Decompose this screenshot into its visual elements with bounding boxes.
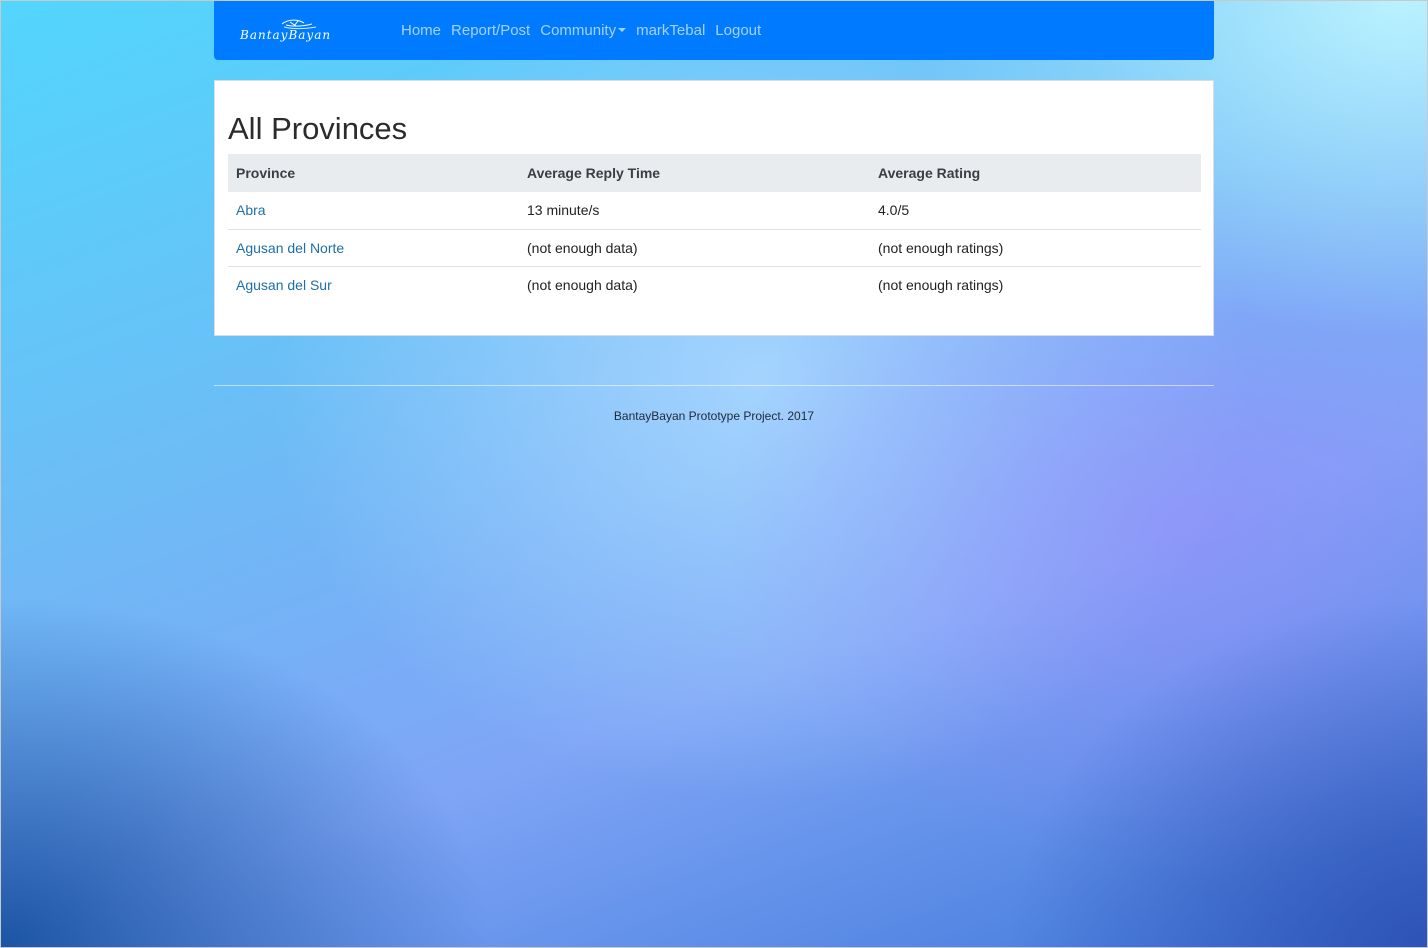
column-header-reply-time: Average Reply Time [519,154,870,192]
brand-logo-icon: BantayBayan [239,19,331,42]
province-link-abra[interactable]: Abra [236,202,266,218]
caret-down-icon [618,28,627,33]
column-header-province: Province [228,154,519,192]
nav-report-post-link[interactable]: Report/Post [451,22,530,39]
footer-text: BantayBayan Prototype Project. 2017 [613,409,815,423]
brand-logo[interactable]: BantayBayan [238,18,358,44]
province-cell: Abra [228,192,519,230]
nav-links: Home Report/Post Community markTebal Log… [396,1,766,60]
page-title: All Provinces [228,111,408,146]
table-header-row: Province Average Reply Time Average Rati… [228,154,1201,192]
table-row: Abra 13 minute/s 4.0/5 [228,192,1201,230]
top-navbar: BantayBayan Home Report/Post Community m… [214,1,1214,60]
province-cell: Agusan del Norte [228,229,519,267]
nav-community-dropdown[interactable]: Community [540,22,627,39]
rating-cell: (not enough ratings) [878,276,1004,293]
nav-user-link[interactable]: markTebal [636,22,705,39]
footer-divider [214,385,1214,386]
province-link-agusan-del-sur[interactable]: Agusan del Sur [236,277,332,293]
nav-community-label: Community [540,22,617,39]
rating-cell: (not enough ratings) [870,229,1201,267]
province-link-agusan-del-norte[interactable]: Agusan del Norte [236,240,344,256]
table-row: Agusan del Sur (not enough data) (not en… [228,266,1201,303]
provinces-card: All Provinces Province Average Reply Tim… [214,80,1214,336]
provinces-table: Province Average Reply Time Average Rati… [228,154,1201,303]
reply-time-cell: (not enough data) [527,276,638,293]
nav-home-link[interactable]: Home [401,22,441,39]
reply-time-cell: 13 minute/s [519,192,870,230]
brand-logo-text: BantayBayan [239,28,331,42]
reply-time-cell: (not enough data) [519,229,870,267]
table-row: Agusan del Norte (not enough data) (not … [228,229,1201,267]
column-header-rating: Average Rating [870,154,1201,192]
province-cell: Agusan del Sur [228,266,519,303]
rating-cell: 4.0/5 [870,192,1201,230]
nav-logout-link[interactable]: Logout [715,22,761,39]
